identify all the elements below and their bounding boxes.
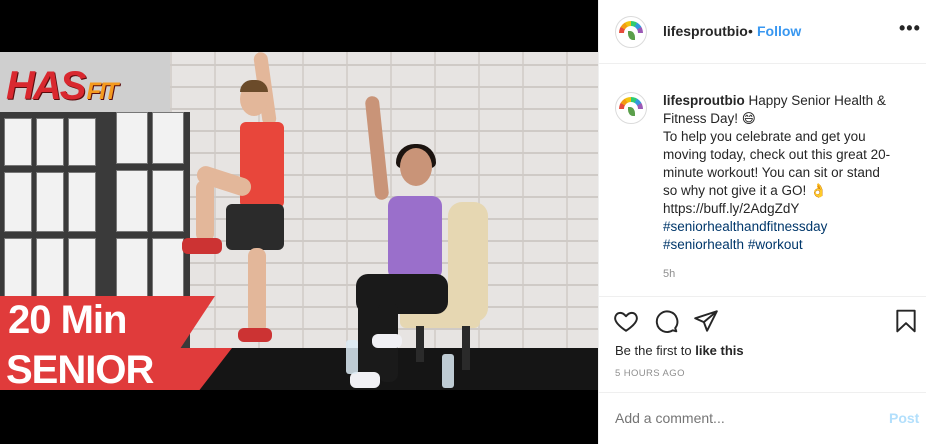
likes-summary: Be the first to like this xyxy=(615,343,744,358)
trainer-shirt xyxy=(240,122,284,208)
hasfit-logo: HASFIT xyxy=(6,64,118,108)
instructor-head xyxy=(400,148,432,186)
water-bottle xyxy=(442,354,454,388)
header-username[interactable]: lifesproutbio xyxy=(663,23,748,39)
divider xyxy=(599,392,926,393)
caption-line: minute workout! You can sit or stand xyxy=(663,165,880,180)
share-icon[interactable] xyxy=(693,308,719,334)
caption-line: To help you celebrate and get you xyxy=(663,129,866,144)
action-bar xyxy=(613,308,916,334)
post-caption: lifesproutbio Happy Senior Health & Fitn… xyxy=(663,92,909,254)
water-bottle xyxy=(346,340,358,374)
trainer-leg xyxy=(248,248,266,334)
follow-button[interactable]: Follow xyxy=(757,23,801,39)
post-side-panel: lifesproutbio • Follow ••• lifesproutbio… xyxy=(598,0,926,444)
caption-avatar[interactable] xyxy=(615,92,647,124)
instructor-shoe xyxy=(350,372,380,388)
trainer-shorts xyxy=(226,204,284,250)
post-timestamp[interactable]: 5 HOURS AGO xyxy=(615,368,685,379)
trainer-shoe xyxy=(238,328,272,342)
trainer-shin xyxy=(196,180,214,242)
divider xyxy=(599,296,926,297)
caption-line: Happy Senior Health & xyxy=(748,93,886,108)
chair-leg xyxy=(462,326,470,370)
heart-icon[interactable] xyxy=(613,308,639,334)
avatar[interactable] xyxy=(615,16,647,48)
instructor-top xyxy=(388,196,442,280)
overlay-text-duration: 20 Min xyxy=(8,298,127,342)
more-options-icon[interactable]: ••• xyxy=(899,18,921,39)
video-frame[interactable]: HASFIT 20 Min SENIOR xyxy=(0,52,598,390)
post-comment-button[interactable]: Post xyxy=(889,410,919,426)
caption-username[interactable]: lifesproutbio xyxy=(663,93,745,108)
comment-input[interactable] xyxy=(615,410,855,426)
bookmark-icon[interactable] xyxy=(893,308,919,334)
post-media[interactable]: HASFIT 20 Min SENIOR xyxy=(0,0,598,444)
comment-icon[interactable] xyxy=(653,308,679,334)
like-this-link[interactable]: like this xyxy=(695,343,743,358)
separator-dot: • xyxy=(748,23,753,39)
instructor-shoe xyxy=(372,334,402,348)
hashtag-link[interactable]: #workout xyxy=(748,237,803,252)
caption-line: moving today, check out this great 20- xyxy=(663,147,891,162)
post-header: lifesproutbio • Follow ••• xyxy=(599,0,926,64)
caption-line: Fitness Day! 😄 xyxy=(663,111,756,126)
caption-line: so why not give it a GO! 👌 xyxy=(663,183,827,198)
overlay-text-audience: SENIOR xyxy=(6,348,154,390)
hashtag-link[interactable]: #seniorhealthandfitnessday xyxy=(663,219,827,234)
instagram-post-view: HASFIT 20 Min SENIOR lifesproutbio • Fol… xyxy=(0,0,926,444)
trainer-shoe xyxy=(182,238,222,254)
caption-link[interactable]: https://buff.ly/2AdgZdY xyxy=(663,200,909,218)
hashtag-link[interactable]: #seniorhealth xyxy=(663,237,744,252)
chair-leg xyxy=(416,326,424,362)
caption-age[interactable]: 5h xyxy=(663,268,675,280)
